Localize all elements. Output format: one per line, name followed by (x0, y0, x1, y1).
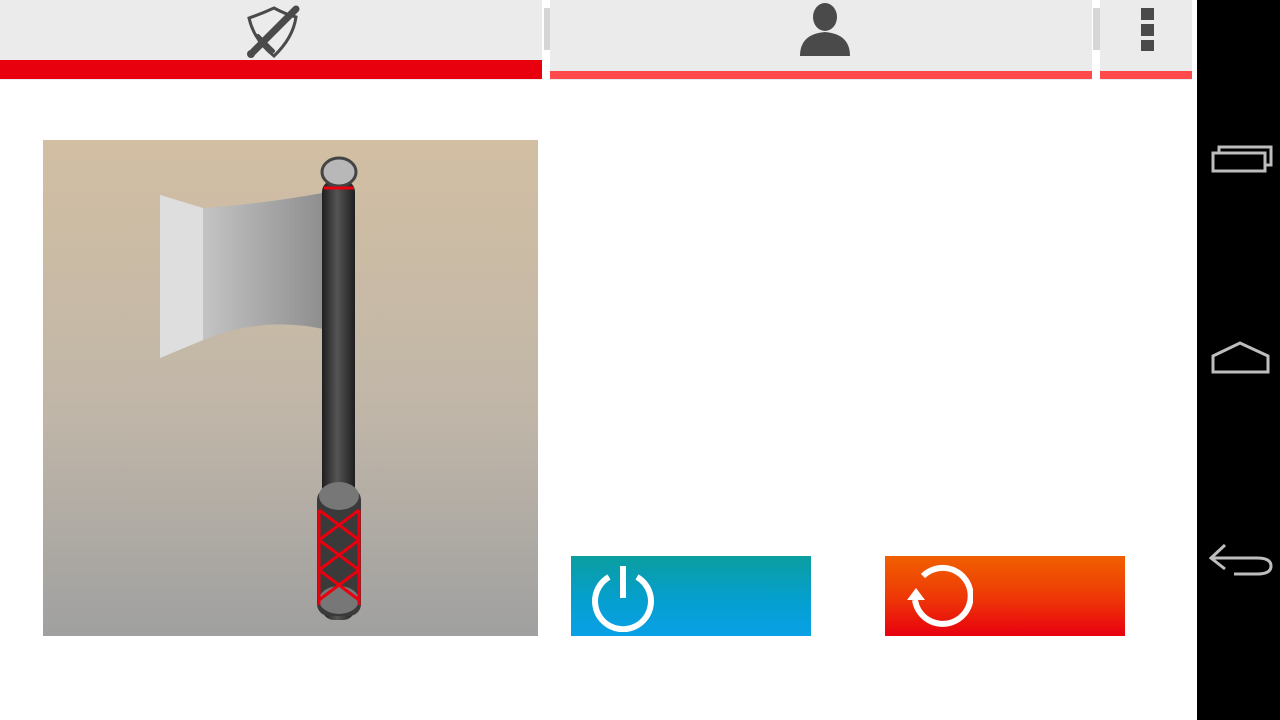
tab-equipment[interactable] (0, 0, 542, 80)
refresh-icon (907, 564, 973, 627)
tab-bar (0, 0, 1197, 80)
system-nav-bar (1197, 0, 1280, 720)
user-icon (800, 3, 850, 56)
reset-button[interactable] (885, 556, 1125, 636)
home-icon (1211, 341, 1270, 374)
battle-axe-image (43, 140, 538, 636)
tab-divider (1093, 8, 1100, 50)
recent-apps-icon (1211, 145, 1273, 173)
tab-more[interactable] (1100, 0, 1192, 80)
power-icon (592, 566, 654, 632)
overflow-menu-icon (1141, 8, 1154, 51)
app-root (0, 0, 1197, 720)
recent-apps-button[interactable] (1197, 115, 1280, 205)
shield-sword-icon (247, 5, 300, 58)
power-button[interactable] (571, 556, 811, 636)
tab-indicator (550, 71, 1092, 79)
tab-indicator (1100, 71, 1192, 79)
back-icon (1208, 543, 1273, 576)
home-button[interactable] (1197, 315, 1280, 405)
tab-indicator-active (0, 60, 542, 79)
tab-profile[interactable] (550, 0, 1092, 80)
back-button[interactable] (1197, 515, 1280, 605)
